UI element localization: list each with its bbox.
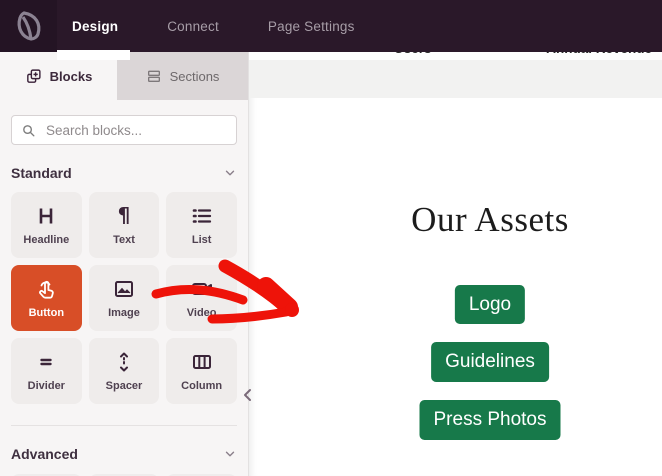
block-tile-text[interactable]: ¶ Text bbox=[89, 192, 160, 258]
block-label: Divider bbox=[28, 380, 65, 392]
tab-blocks-label: Blocks bbox=[50, 69, 93, 84]
block-label: Image bbox=[108, 307, 140, 319]
search-blocks-box bbox=[11, 115, 237, 145]
block-tile-spacer[interactable]: Spacer bbox=[89, 338, 160, 404]
page-title: Our Assets bbox=[411, 200, 569, 240]
chevron-down-icon bbox=[223, 447, 237, 461]
sections-icon bbox=[146, 68, 162, 84]
search-input[interactable] bbox=[44, 122, 227, 139]
block-tile-divider[interactable]: Divider bbox=[11, 338, 82, 404]
svg-text:¶: ¶ bbox=[118, 204, 131, 227]
standard-block-grid: Headline ¶ Text List Butto bbox=[11, 192, 237, 404]
sidebar-collapse-button[interactable] bbox=[240, 385, 254, 405]
section-advanced-header[interactable]: Advanced bbox=[11, 446, 237, 462]
blocks-sidebar: Blocks Sections Standard bbox=[0, 52, 248, 476]
chevron-down-icon bbox=[223, 166, 237, 180]
tab-sections[interactable]: Sections bbox=[117, 52, 248, 100]
chevron-left-icon bbox=[243, 388, 252, 402]
block-label: Button bbox=[29, 307, 64, 319]
block-label: Video bbox=[187, 307, 217, 319]
seedprod-leaf-icon bbox=[10, 7, 48, 45]
section-divider bbox=[11, 425, 237, 426]
tab-connect[interactable]: Connect bbox=[167, 19, 219, 34]
blocks-icon bbox=[25, 68, 42, 85]
top-header-bar: Design Connect Page Settings bbox=[0, 0, 662, 52]
logo-button[interactable]: Logo bbox=[455, 285, 525, 324]
tab-sections-label: Sections bbox=[170, 69, 220, 84]
column-icon bbox=[190, 350, 214, 374]
block-tile-image[interactable]: Image bbox=[89, 265, 160, 331]
list-icon bbox=[190, 204, 214, 228]
app-logo[interactable] bbox=[0, 0, 57, 52]
block-tile-column[interactable]: Column bbox=[166, 338, 237, 404]
block-tile-video[interactable]: Video bbox=[166, 265, 237, 331]
block-label: List bbox=[192, 234, 212, 246]
clipped-annual-revenue-label: Annual Revenue bbox=[546, 52, 652, 56]
block-label: Column bbox=[181, 380, 222, 392]
clipped-users-label: Users bbox=[394, 52, 432, 56]
tap-icon bbox=[34, 277, 58, 301]
guidelines-button[interactable]: Guidelines bbox=[431, 342, 549, 382]
block-tile-headline[interactable]: Headline bbox=[11, 192, 82, 258]
active-tab-indicator bbox=[57, 50, 130, 60]
section-advanced-label: Advanced bbox=[11, 446, 78, 462]
divider-icon bbox=[34, 350, 58, 374]
header-tab-bar: Design Connect Page Settings bbox=[72, 19, 355, 34]
tab-design[interactable]: Design bbox=[72, 19, 118, 34]
block-label: Text bbox=[113, 234, 135, 246]
block-label: Headline bbox=[23, 234, 69, 246]
section-standard-header[interactable]: Standard bbox=[11, 165, 237, 181]
headline-icon bbox=[34, 204, 58, 228]
block-tile-button[interactable]: Button bbox=[11, 265, 82, 331]
image-icon bbox=[112, 277, 136, 301]
seedprod-builder-window: Design Connect Page Settings Users Annua… bbox=[0, 0, 662, 476]
video-camera-icon bbox=[190, 277, 214, 301]
tab-page-settings[interactable]: Page Settings bbox=[268, 19, 355, 34]
press-photos-button[interactable]: Press Photos bbox=[420, 400, 561, 440]
block-tile-list[interactable]: List bbox=[166, 192, 237, 258]
block-label: Spacer bbox=[106, 380, 143, 392]
search-icon bbox=[21, 123, 36, 138]
page-preview-canvas: Users Annual Revenue Our Assets Logo Gui… bbox=[248, 52, 662, 476]
section-standard-label: Standard bbox=[11, 165, 72, 181]
preview-header-band bbox=[249, 60, 662, 98]
paragraph-icon: ¶ bbox=[112, 204, 136, 228]
clipped-preview-row: Users Annual Revenue bbox=[249, 52, 662, 60]
spacer-icon bbox=[112, 350, 136, 374]
